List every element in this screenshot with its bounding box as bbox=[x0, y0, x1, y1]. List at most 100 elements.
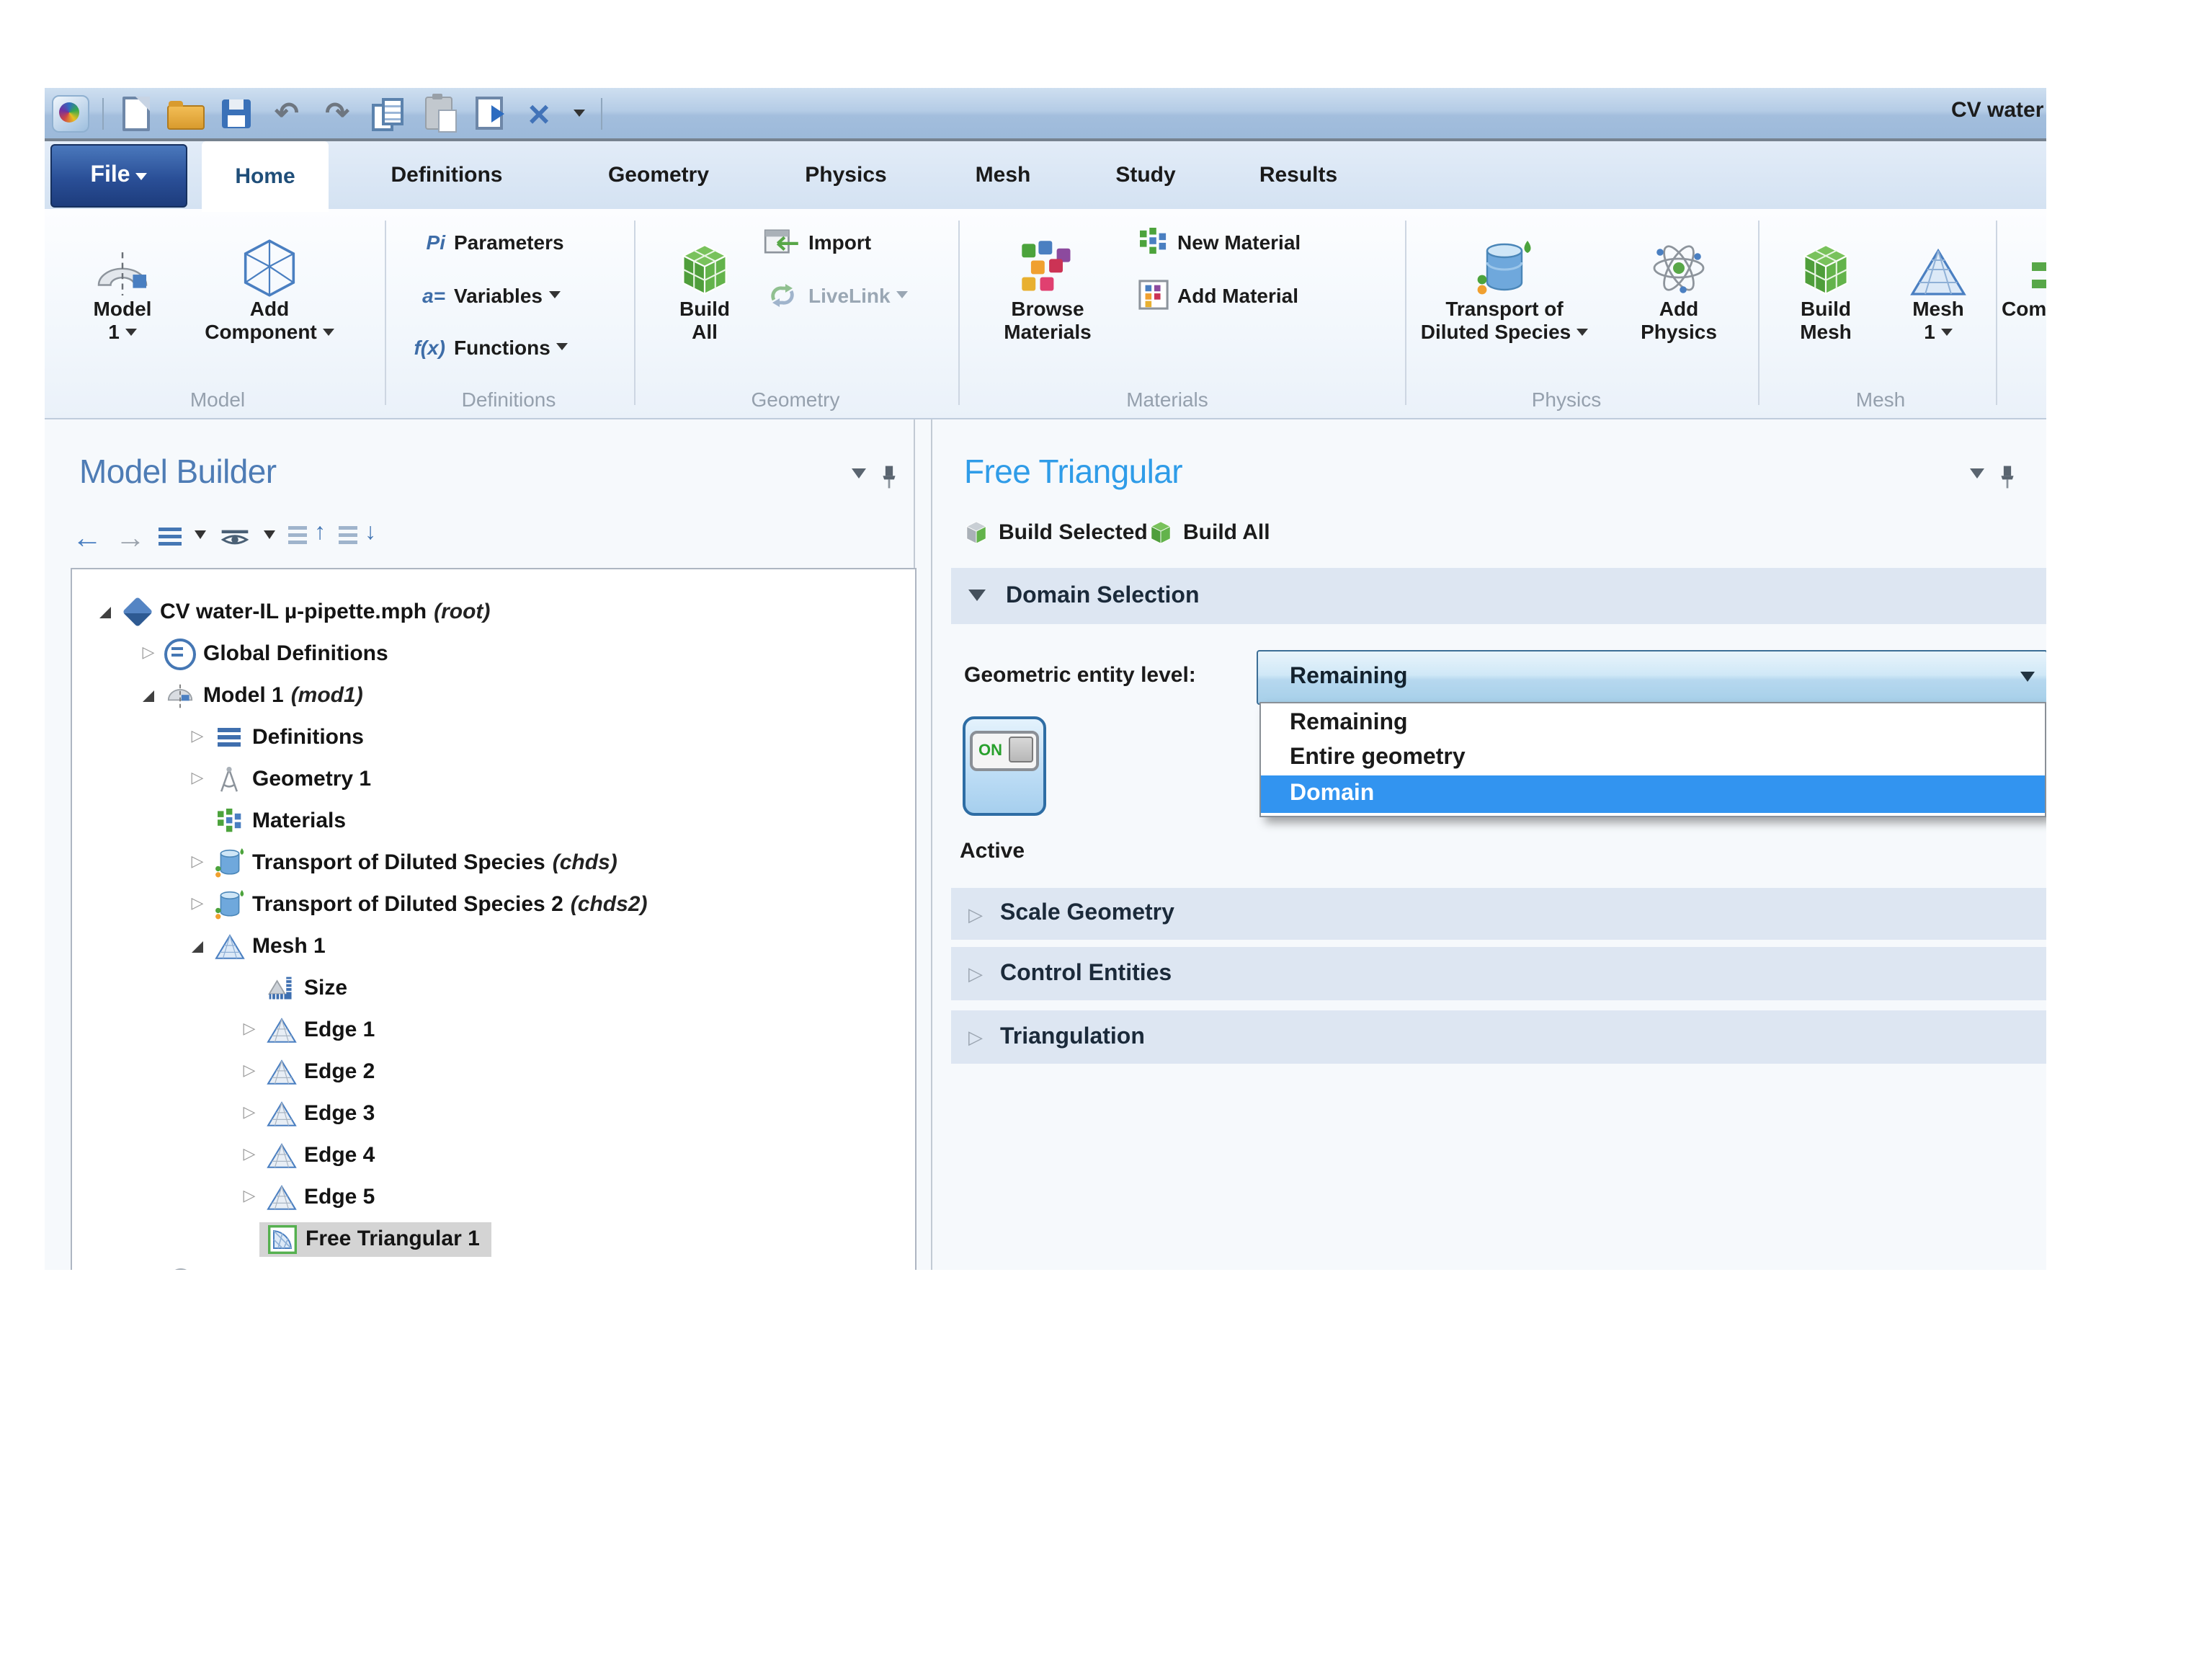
chevron-down-icon bbox=[548, 291, 560, 304]
selected-tree-item[interactable]: Free Triangular 1 bbox=[259, 1222, 491, 1256]
parameters-icon: Pi bbox=[399, 230, 445, 253]
tree-row-free-triangular-1[interactable]: Free Triangular 1 bbox=[72, 1218, 915, 1260]
mesh-triangle-icon bbox=[1866, 231, 2010, 297]
new-file-button[interactable] bbox=[117, 94, 154, 132]
chevron-down-icon[interactable] bbox=[264, 520, 275, 555]
copy-button[interactable] bbox=[369, 94, 406, 132]
expander-collapsed-icon[interactable]: ▷ bbox=[239, 1147, 259, 1163]
save-button[interactable] bbox=[218, 94, 255, 132]
expander-collapsed-icon[interactable]: ▷ bbox=[239, 1106, 259, 1121]
mesh-1-button[interactable]: Mesh 1 bbox=[1866, 231, 2010, 343]
tree-row-transport-species-1[interactable]: ▷ Transport of Diluted Species(chds) bbox=[72, 842, 915, 884]
forward-arrow-icon[interactable]: → bbox=[115, 520, 146, 555]
browse-materials-button[interactable]: Browse Materials bbox=[976, 231, 1120, 343]
expander-collapsed-icon[interactable]: ▷ bbox=[239, 1189, 259, 1205]
build-all-button-settings[interactable]: Build All bbox=[1149, 520, 1270, 545]
undo-button[interactable]: ↶ bbox=[268, 94, 306, 132]
mesh-triangle-icon bbox=[213, 930, 245, 962]
expander-collapsed-icon[interactable]: ▷ bbox=[187, 771, 208, 787]
toolbar-dropdown-button[interactable] bbox=[571, 94, 588, 132]
move-up-icon[interactable]: ↑ bbox=[288, 520, 326, 555]
move-down-icon[interactable]: ↓ bbox=[339, 520, 376, 555]
tree-row-transport-species-2[interactable]: ▷ Transport of Diluted Species 2(chds2) bbox=[72, 884, 915, 925]
build-selected-button[interactable]: Build Selected bbox=[964, 520, 1148, 545]
panel-splitter[interactable] bbox=[931, 419, 932, 1270]
tab-study[interactable]: Study bbox=[1081, 141, 1210, 209]
tab-physics[interactable]: Physics bbox=[775, 141, 917, 209]
expander-collapsed-icon[interactable]: ▷ bbox=[138, 646, 159, 662]
tree-row-edge-3[interactable]: ▷ Edge 3 bbox=[72, 1093, 915, 1134]
option-remaining[interactable]: Remaining bbox=[1261, 706, 2045, 741]
show-eye-icon[interactable] bbox=[219, 520, 251, 555]
tab-mesh[interactable]: Mesh bbox=[942, 141, 1063, 209]
redo-button[interactable]: ↷ bbox=[318, 94, 356, 132]
expander-open-icon[interactable] bbox=[187, 940, 208, 952]
group-separator bbox=[1996, 221, 1997, 405]
variables-button[interactable]: a= Variables bbox=[399, 278, 560, 311]
expander-collapsed-icon[interactable]: ▷ bbox=[187, 729, 208, 745]
panel-menu-icon[interactable] bbox=[852, 468, 866, 486]
add-material-button[interactable]: Add Material bbox=[1123, 278, 1298, 311]
transport-diluted-species-button[interactable]: Transport of Diluted Species bbox=[1411, 231, 1598, 343]
chevron-down-icon[interactable] bbox=[195, 520, 206, 555]
tree-row-mesh-1[interactable]: Mesh 1 bbox=[72, 925, 915, 967]
tree-row-definitions[interactable]: ▷ Definitions bbox=[72, 716, 915, 758]
definitions-icon bbox=[213, 721, 245, 753]
tree-row-size[interactable]: Size bbox=[72, 967, 915, 1009]
tree-row-edge-1[interactable]: ▷ Edge 1 bbox=[72, 1009, 915, 1051]
option-entire-geometry[interactable]: Entire geometry bbox=[1261, 741, 2045, 775]
tab-definitions[interactable]: Definitions bbox=[363, 141, 530, 209]
section-collapsed-icon: ▷ bbox=[968, 964, 983, 983]
section-triangulation[interactable]: ▷ Triangulation bbox=[951, 1010, 2046, 1064]
tree-row-root[interactable]: CV water-IL µ-pipette.mph(root) bbox=[72, 591, 915, 633]
option-domain[interactable]: Domain bbox=[1261, 775, 2045, 813]
import-button[interactable]: Import bbox=[754, 225, 871, 258]
expander-collapsed-icon[interactable]: ▷ bbox=[187, 855, 208, 871]
group-label-model: Model bbox=[131, 388, 304, 411]
section-collapsed-icon: ▷ bbox=[968, 1028, 983, 1046]
file-menu-button[interactable]: File bbox=[50, 144, 187, 208]
panel-menu-icon[interactable] bbox=[1970, 468, 1984, 486]
add-physics-button[interactable]: Add Physics bbox=[1607, 231, 1751, 343]
tree-row-edge-2[interactable]: ▷ Edge 2 bbox=[72, 1051, 915, 1093]
tree-row-clipped[interactable]: ▷ Study 1 bbox=[72, 1260, 915, 1270]
tab-home[interactable]: Home bbox=[202, 141, 329, 212]
tree-row-edge-4[interactable]: ▷ Edge 4 bbox=[72, 1134, 915, 1176]
model-1-button[interactable]: Model 1 bbox=[50, 231, 195, 343]
active-toggle-button[interactable]: ON bbox=[963, 716, 1046, 816]
expander-collapsed-icon[interactable]: ▷ bbox=[239, 1022, 259, 1038]
tree-rows-icon[interactable] bbox=[159, 520, 182, 555]
livelink-button[interactable]: LiveLink bbox=[754, 278, 908, 311]
tree-row-geometry-1[interactable]: ▷ Geometry 1 bbox=[72, 758, 915, 800]
paste-button[interactable] bbox=[419, 94, 457, 132]
new-material-button[interactable]: New Material bbox=[1123, 225, 1301, 258]
section-expanded-icon bbox=[968, 589, 986, 609]
expander-collapsed-icon[interactable]: ▷ bbox=[187, 897, 208, 912]
geometric-entity-level-select[interactable]: Remaining bbox=[1257, 650, 2046, 705]
back-arrow-icon[interactable]: ← bbox=[72, 520, 102, 555]
tree-row-edge-5[interactable]: ▷ Edge 5 bbox=[72, 1176, 915, 1218]
functions-button[interactable]: f(x) Functions bbox=[399, 330, 568, 363]
tab-results[interactable]: Results bbox=[1222, 141, 1375, 209]
tree-row-materials[interactable]: Materials bbox=[72, 800, 915, 842]
add-component-button[interactable]: Add Component bbox=[197, 231, 342, 343]
group-label-physics: Physics bbox=[1480, 388, 1653, 411]
delete-button[interactable]: × bbox=[520, 94, 558, 132]
duplicate-button[interactable] bbox=[470, 94, 507, 132]
free-triangular-icon bbox=[267, 1223, 298, 1255]
tree-row-global-definitions[interactable]: ▷ Global Definitions bbox=[72, 633, 915, 675]
chevron-down-icon bbox=[1941, 329, 1953, 342]
section-domain-selection[interactable]: Domain Selection bbox=[951, 568, 2046, 624]
pin-icon[interactable] bbox=[880, 464, 898, 490]
section-control-entities[interactable]: ▷ Control Entities bbox=[951, 947, 2046, 1000]
parameters-button[interactable]: Pi Parameters bbox=[399, 225, 564, 258]
expander-open-icon[interactable] bbox=[95, 606, 115, 618]
expander-collapsed-icon[interactable]: ▷ bbox=[239, 1064, 259, 1080]
expander-open-icon[interactable] bbox=[138, 690, 159, 701]
tree-row-model-1[interactable]: Model 1(mod1) bbox=[72, 675, 915, 716]
tab-geometry[interactable]: Geometry bbox=[574, 141, 744, 209]
open-file-button[interactable] bbox=[167, 94, 205, 132]
compute-button[interactable]: Compute bbox=[2002, 231, 2046, 320]
section-scale-geometry[interactable]: ▷ Scale Geometry bbox=[951, 888, 2046, 940]
pin-icon[interactable] bbox=[1999, 464, 2016, 490]
